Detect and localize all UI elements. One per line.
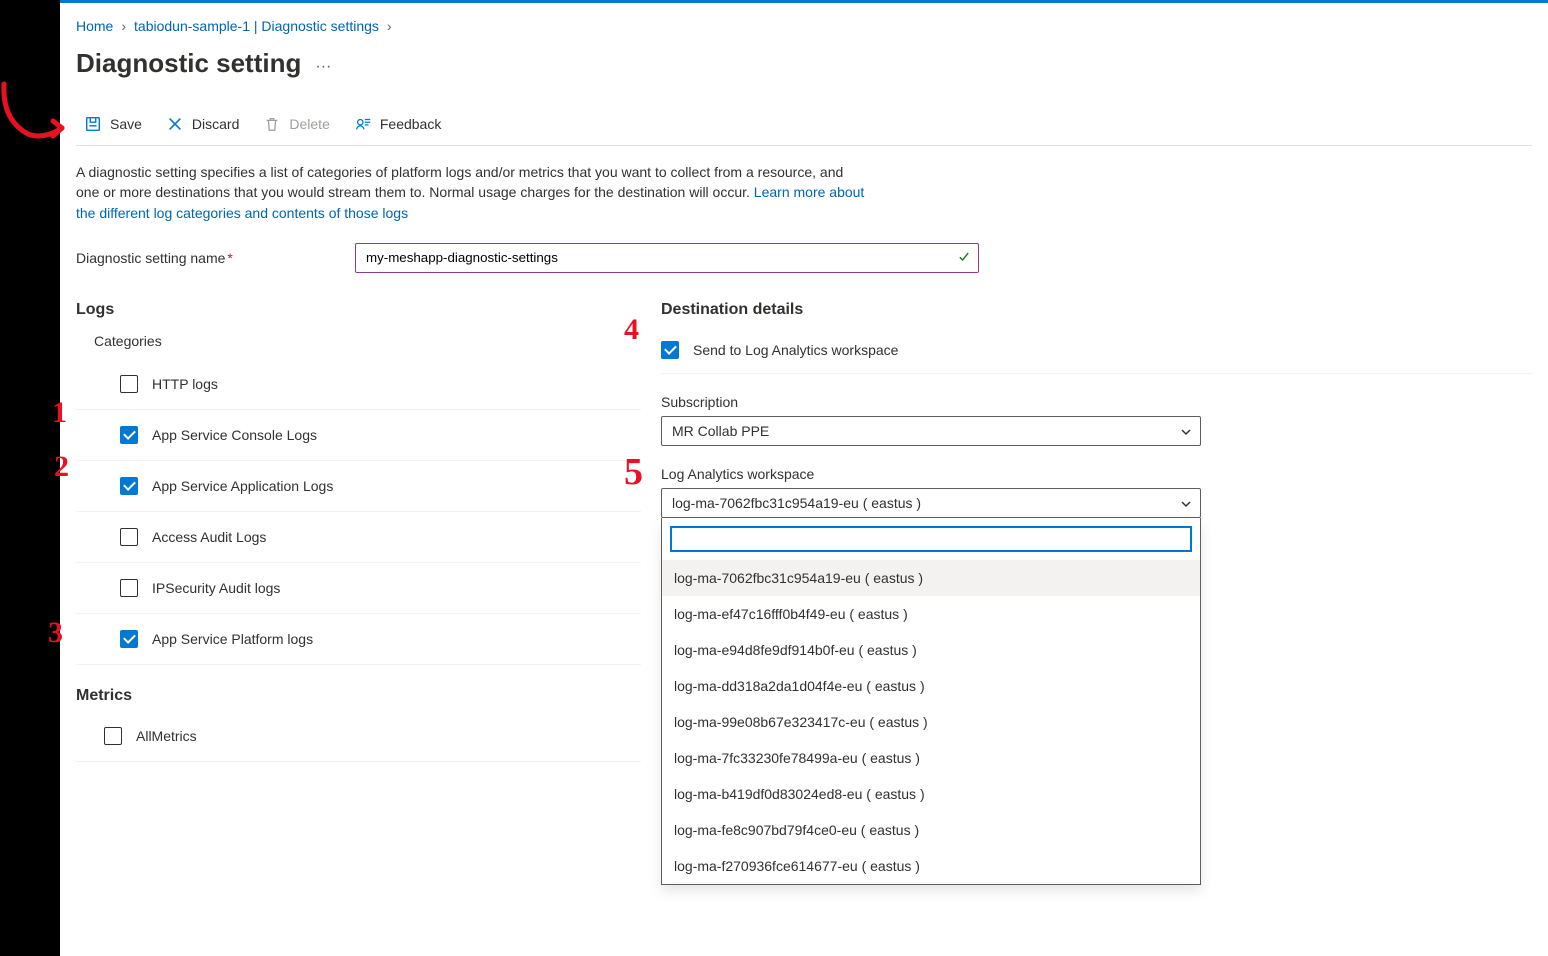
discard-label: Discard	[192, 116, 239, 132]
metrics-row: AllMetrics	[76, 711, 641, 762]
send-log-analytics-checkbox[interactable]	[661, 341, 679, 359]
breadcrumb: Home › tabiodun-sample-1 | Diagnostic se…	[76, 0, 1532, 34]
workspace-option[interactable]: log-ma-7062fbc31c954a19-eu ( eastus )	[662, 560, 1200, 596]
delete-button: Delete	[263, 115, 329, 133]
more-actions-icon[interactable]: ···	[315, 52, 331, 76]
log-category-checkbox[interactable]	[120, 477, 138, 495]
chevron-down-icon	[1180, 497, 1192, 509]
workspace-label: Log Analytics workspace	[661, 466, 1532, 482]
save-button[interactable]: Save	[84, 115, 142, 133]
log-category-checkbox[interactable]	[120, 579, 138, 597]
destination-column: Destination details Send to Log Analytic…	[661, 301, 1532, 762]
log-category-row: Access Audit Logs	[76, 512, 641, 563]
log-category-label: Access Audit Logs	[152, 529, 266, 545]
workspace-option[interactable]: log-ma-f270936fce614677-eu ( eastus )	[662, 848, 1200, 884]
subscription-value: MR Collab PPE	[672, 423, 769, 439]
delete-label: Delete	[289, 116, 329, 132]
send-log-analytics-label: Send to Log Analytics workspace	[693, 342, 898, 358]
close-icon	[166, 115, 184, 133]
page-title: Diagnostic setting	[76, 48, 301, 79]
feedback-button[interactable]: Feedback	[354, 115, 441, 133]
metrics-label: AllMetrics	[136, 728, 197, 744]
toolbar: Save Discard Delete Feedback	[76, 107, 1532, 146]
discard-button[interactable]: Discard	[166, 115, 239, 133]
categories-label: Categories	[94, 333, 641, 349]
workspace-dropdown: log-ma-7062fbc31c954a19-eu ( eastus )log…	[661, 518, 1201, 885]
required-asterisk: *	[227, 250, 232, 266]
metrics-title: Metrics	[76, 687, 641, 705]
log-category-checkbox[interactable]	[120, 528, 138, 546]
log-category-row: App Service Console Logs	[76, 410, 641, 461]
workspace-option[interactable]: log-ma-b419df0d83024ed8-eu ( eastus )	[662, 776, 1200, 812]
workspace-option[interactable]: log-ma-99e08b67e323417c-eu ( eastus )	[662, 704, 1200, 740]
chevron-down-icon	[1180, 425, 1192, 437]
setting-name-label: Diagnostic setting name*	[76, 250, 351, 266]
description-text: A diagnostic setting specifies a list of…	[76, 162, 866, 223]
feedback-icon	[354, 115, 372, 133]
log-category-label: App Service Application Logs	[152, 478, 333, 494]
workspace-option[interactable]: log-ma-fe8c907bd79f4ce0-eu ( eastus )	[662, 812, 1200, 848]
workspace-option[interactable]: log-ma-dd318a2da1d04f4e-eu ( eastus )	[662, 668, 1200, 704]
logs-column: Logs Categories HTTP logs App Service Con…	[76, 301, 641, 762]
logs-title: Logs	[76, 301, 641, 319]
setting-name-input[interactable]	[355, 243, 979, 273]
left-black-strip	[0, 0, 60, 956]
log-category-row: IPSecurity Audit logs	[76, 563, 641, 614]
breadcrumb-item-1[interactable]: tabiodun-sample-1 | Diagnostic settings	[134, 18, 379, 34]
log-category-label: App Service Platform logs	[152, 631, 313, 647]
log-category-label: App Service Console Logs	[152, 427, 317, 443]
subscription-select[interactable]: MR Collab PPE	[661, 416, 1201, 446]
chevron-right-icon: ›	[121, 18, 126, 34]
log-category-checkbox[interactable]	[120, 426, 138, 444]
subscription-label: Subscription	[661, 394, 1532, 410]
workspace-option[interactable]: log-ma-7fc33230fe78499a-eu ( eastus )	[662, 740, 1200, 776]
log-category-label: IPSecurity Audit logs	[152, 580, 280, 596]
workspace-option[interactable]: log-ma-e94d8fe9df914b0f-eu ( eastus )	[662, 632, 1200, 668]
trash-icon	[263, 115, 281, 133]
log-category-row: App Service Platform logs	[76, 614, 641, 665]
save-icon	[84, 115, 102, 133]
workspace-value: log-ma-7062fbc31c954a19-eu ( eastus )	[672, 495, 921, 511]
workspace-select[interactable]: log-ma-7062fbc31c954a19-eu ( eastus )	[661, 488, 1201, 518]
chevron-right-icon: ›	[387, 18, 392, 34]
main-content: Home › tabiodun-sample-1 | Diagnostic se…	[60, 0, 1548, 956]
log-category-checkbox[interactable]	[120, 375, 138, 393]
save-label: Save	[110, 116, 142, 132]
log-category-label: HTTP logs	[152, 376, 218, 392]
breadcrumb-home[interactable]: Home	[76, 18, 113, 34]
destination-title: Destination details	[661, 301, 1532, 319]
checkmark-icon	[957, 249, 971, 266]
log-category-row: App Service Application Logs	[76, 461, 641, 512]
feedback-label: Feedback	[380, 116, 441, 132]
log-category-checkbox[interactable]	[120, 630, 138, 648]
log-category-row: HTTP logs	[76, 359, 641, 410]
workspace-search-input[interactable]	[670, 526, 1192, 552]
metrics-checkbox[interactable]	[104, 727, 122, 745]
workspace-option[interactable]: log-ma-ef47c16fff0b4f49-eu ( eastus )	[662, 596, 1200, 632]
